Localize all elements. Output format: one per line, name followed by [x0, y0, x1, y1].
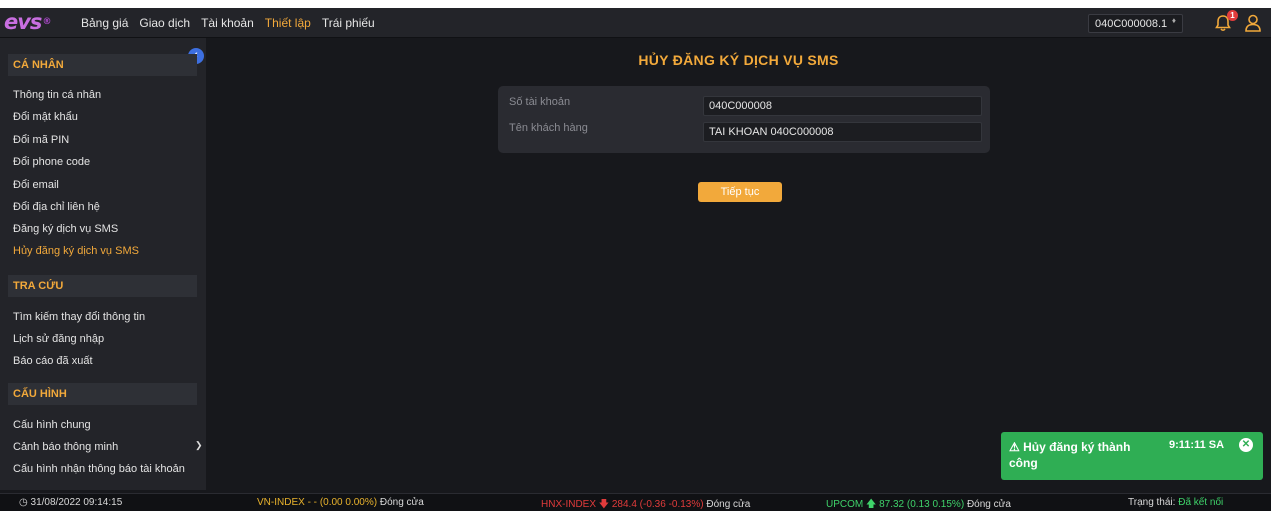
- connection-status: Trạng thái: Đã kết nối: [1128, 497, 1223, 508]
- customer-name-field: TAI KHOAN 040C000008: [703, 122, 982, 142]
- upcom-name: UPCOM: [826, 499, 864, 510]
- upcom-value: 87.32: [879, 499, 905, 510]
- sidebar-item-doi-dia-chi[interactable]: Đổi địa chỉ liên hệ: [13, 201, 100, 213]
- upcom-state: Đóng cửa: [966, 499, 1011, 510]
- connection-value: Đã kết nối: [1178, 497, 1224, 508]
- hnxindex-change: (-0.36 -0.13%): [639, 499, 704, 510]
- vnindex-change: (0.00 0.00%): [319, 497, 378, 508]
- section-tra-cuu: TRA CỨU: [8, 275, 197, 297]
- account-number-label: Số tài khoản: [509, 96, 571, 108]
- sidebar-item-cau-hinh-nhan-thong-bao[interactable]: Cấu hình nhận thông báo tài khoản: [13, 462, 193, 477]
- hnxindex-value: 284.4: [611, 499, 637, 510]
- account-number-field: 040C000008: [703, 96, 982, 116]
- sidebar-item-canh-bao-thong-minh[interactable]: Cảnh báo thông minh: [13, 441, 118, 453]
- sidebar-item-thong-tin-ca-nhan[interactable]: Thông tin cá nhân: [13, 89, 101, 101]
- upcom-ticker[interactable]: UPCOM 🡅 87.32 (0.13 0.15%) Đóng cửa: [826, 497, 1011, 514]
- sidebar-item-doi-phone-code[interactable]: Đổi phone code: [13, 156, 90, 168]
- sidebar-item-lich-su-dang-nhap[interactable]: Lịch sử đăng nhập: [13, 333, 104, 345]
- customer-name-label: Tên khách hàng: [509, 122, 588, 134]
- top-bar: evs® Bảng giá Giao dịch Tài khoản Thiết …: [0, 8, 1271, 38]
- toast-message: Hủy đăng ký thành công: [1009, 440, 1131, 470]
- chevron-down-icon[interactable]: ❯: [195, 440, 203, 451]
- arrow-down-icon: 🡇: [598, 499, 610, 510]
- success-toast: ⚠ Hủy đăng ký thành công 9:11:11 SA ✕: [1001, 432, 1263, 480]
- toast-message-row: ⚠ Hủy đăng ký thành công: [1009, 439, 1159, 471]
- close-icon[interactable]: ✕: [1239, 438, 1253, 452]
- toast-time: 9:11:11 SA: [1169, 439, 1225, 451]
- notification-badge: 1: [1227, 10, 1238, 21]
- sidebar-item-doi-email[interactable]: Đổi email: [13, 179, 59, 191]
- clock-icon: ◷: [19, 497, 28, 508]
- nav-giao-dich[interactable]: Giao dịch: [139, 16, 190, 30]
- connection-label: Trạng thái:: [1128, 497, 1176, 508]
- hnxindex-name: HNX-INDEX: [541, 499, 597, 510]
- continue-button[interactable]: Tiếp tục: [698, 182, 782, 202]
- sidebar-item-doi-ma-pin[interactable]: Đổi mã PIN: [13, 134, 69, 146]
- sidebar-item-dang-ky-sms[interactable]: Đăng ký dịch vụ SMS: [13, 223, 118, 235]
- sidebar-item-bao-cao-da-xuat[interactable]: Báo cáo đã xuất: [13, 355, 93, 367]
- vnindex-name: VN-INDEX: [257, 497, 305, 508]
- nav-trai-phieu[interactable]: Trái phiếu: [322, 16, 375, 30]
- nav-tai-khoan[interactable]: Tài khoản: [201, 16, 254, 30]
- nav-thiet-lap[interactable]: Thiết lập: [265, 16, 311, 30]
- sidebar-item-cau-hinh-chung[interactable]: Cấu hình chung: [13, 419, 91, 431]
- status-bar: ◷ 31/08/2022 09:14:15 VN-INDEX - - (0.00…: [0, 493, 1271, 511]
- app-window: evs® Bảng giá Giao dịch Tài khoản Thiết …: [0, 8, 1271, 511]
- sidebar-item-huy-dang-ky-sms[interactable]: Hủy đăng ký dịch vụ SMS: [13, 245, 139, 257]
- clock-row: ◷ 31/08/2022 09:14:15: [19, 497, 122, 508]
- warning-icon: ⚠: [1009, 440, 1020, 454]
- upcom-change: (0.13 0.15%): [906, 499, 965, 510]
- vnindex-value: - -: [307, 497, 318, 508]
- logo-text: evs: [4, 10, 42, 34]
- account-select-value: 040C000008.1: [1095, 17, 1168, 30]
- section-cau-hinh: CẤU HÌNH: [8, 383, 197, 405]
- page-title: HỦY ĐĂNG KÝ DỊCH VỤ SMS: [638, 52, 839, 68]
- user-icon[interactable]: [1243, 13, 1263, 33]
- main-nav: Bảng giá Giao dịch Tài khoản Thiết lập T…: [81, 8, 386, 38]
- account-select[interactable]: 040C000008.1 ♦: [1088, 14, 1183, 33]
- account-info-card: Số tài khoản 040C000008 Tên khách hàng T…: [498, 86, 990, 153]
- hnxindex-state: Đóng cửa: [706, 499, 751, 510]
- sidebar-item-tim-kiem-thay-doi[interactable]: Tìm kiếm thay đổi thông tin: [13, 311, 145, 323]
- sidebar: ‹ CÁ NHÂN Thông tin cá nhân Đổi mật khẩu…: [0, 38, 206, 490]
- arrow-up-icon: 🡅: [866, 499, 877, 510]
- registered-mark: ®: [42, 17, 51, 27]
- hnxindex-ticker[interactable]: HNX-INDEX 🡇 284.4 (-0.36 -0.13%) Đóng cử…: [541, 497, 750, 514]
- vnindex-state: Đóng cửa: [379, 497, 424, 508]
- chevron-down-icon: ♦: [1171, 16, 1176, 25]
- section-ca-nhan: CÁ NHÂN: [8, 54, 197, 76]
- vnindex-ticker[interactable]: VN-INDEX - - (0.00 0.00%) Đóng cửa: [257, 497, 424, 508]
- status-datetime: 31/08/2022 09:14:15: [30, 497, 123, 508]
- brand-logo[interactable]: evs®: [4, 10, 51, 34]
- sidebar-item-doi-mat-khau[interactable]: Đổi mật khẩu: [13, 111, 78, 123]
- nav-bang-gia[interactable]: Bảng giá: [81, 16, 128, 30]
